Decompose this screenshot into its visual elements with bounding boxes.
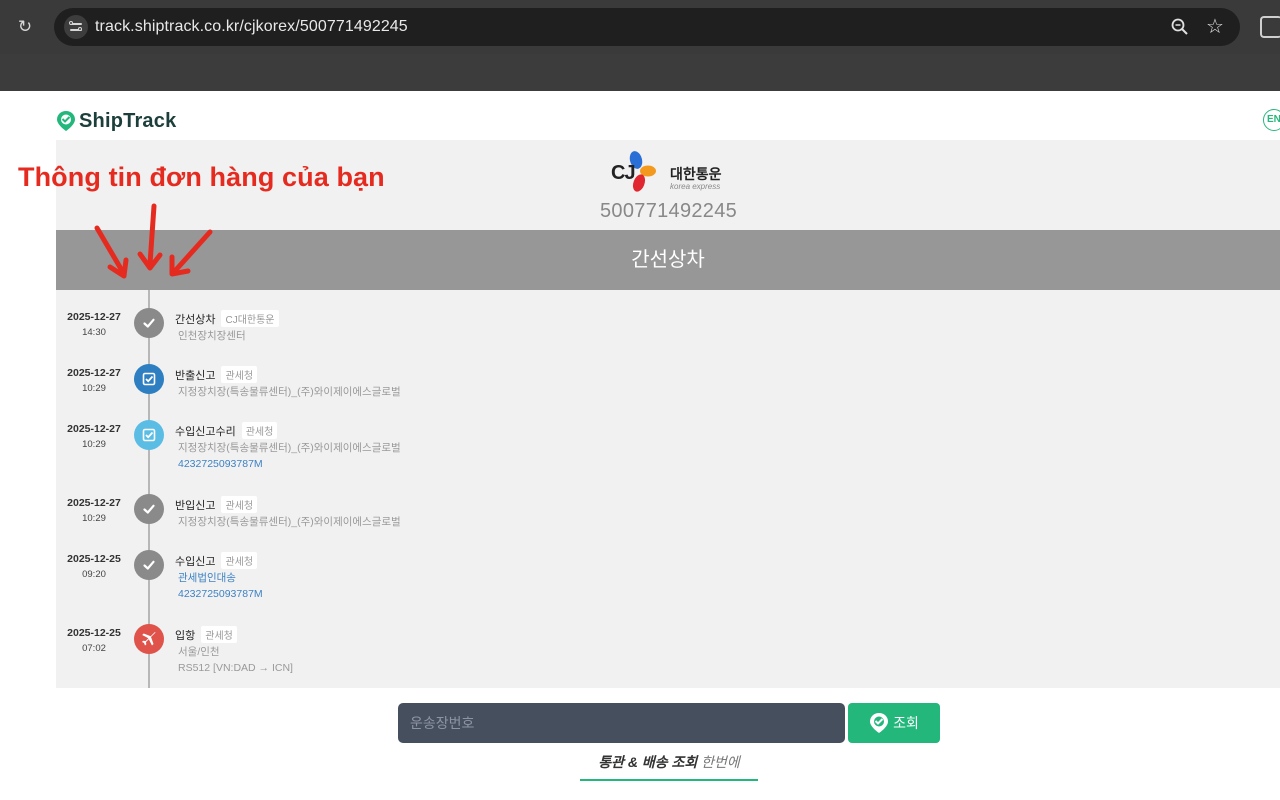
event-source-badge: 관세청 (221, 552, 258, 569)
carrier-mark: CJ (611, 162, 636, 184)
event-link[interactable]: 4232725093787M (178, 458, 263, 470)
carrier-name: 대한통운 (670, 166, 722, 182)
browser-chrome: ↻ track.shiptrack.co.kr/cjkorex/50077149… (0, 0, 1280, 91)
event-time: 10:29 (82, 513, 106, 524)
event-title-row: 수입신고 관세청 (175, 552, 258, 569)
site-info-icon[interactable] (64, 15, 88, 39)
address-bar[interactable]: track.shiptrack.co.kr/cjkorex/5007714922… (54, 8, 1240, 46)
event-status-dot (134, 420, 164, 450)
language-toggle-button[interactable]: EN (1263, 109, 1280, 131)
event-date: 2025-12-27 (67, 367, 121, 379)
event-link[interactable]: 4232725093787M (178, 588, 263, 600)
event-source-badge: CJ대한통운 (221, 310, 279, 327)
address-url[interactable]: track.shiptrack.co.kr/cjkorex/5007714922… (95, 18, 408, 36)
tracking-number-input[interactable] (398, 703, 845, 743)
event-source-badge: 관세청 (221, 366, 258, 383)
event-time: 10:29 (82, 383, 106, 394)
event-status-dot (134, 624, 164, 654)
tagline: 통관 & 배송 조회 한번에 (580, 752, 758, 772)
event-detail: 인천장치장센터 (178, 330, 246, 342)
event-time: 14:30 (82, 327, 106, 338)
tagline-light: 한번에 (701, 754, 740, 770)
search-button[interactable]: 조회 (848, 703, 940, 743)
event-title-row: 간선상차 CJ대한통운 (175, 310, 279, 327)
event-time: 09:20 (82, 569, 106, 580)
annotation-arrows-icon (94, 203, 213, 279)
tagline-strong: 통관 & 배송 조회 (598, 754, 698, 770)
event-title-row: 반입신고 관세청 (175, 496, 258, 513)
event-title: 입항 (175, 630, 196, 642)
tracking-number: 500771492245 (600, 200, 738, 222)
event-detail: RS512 [VN:DAD → ICN] (178, 662, 293, 674)
event-title: 간선상차 (175, 314, 216, 326)
event-title: 반입신고 (175, 500, 216, 512)
event-date: 2025-12-25 (67, 627, 121, 639)
extensions-icon[interactable] (1260, 16, 1280, 38)
checkbox-icon (142, 428, 156, 442)
checkbox-icon (142, 372, 156, 386)
zoom-icon[interactable] (1170, 17, 1190, 37)
event-title: 수입신고 (175, 556, 216, 568)
event-status-dot (134, 494, 164, 524)
event-title: 반출신고 (175, 370, 216, 382)
event-status-dot (134, 364, 164, 394)
event-status-dot (134, 308, 164, 338)
event-time: 10:29 (82, 439, 106, 450)
event-link[interactable]: 관세법인대송 (178, 570, 236, 585)
event-title: 수입신고수리 (175, 426, 236, 438)
check-icon (142, 502, 156, 516)
check-icon (142, 316, 156, 330)
event-title-row: 반출신고 관세청 (175, 366, 258, 383)
event-source-badge: 관세청 (241, 422, 278, 439)
carrier-subtitle: korea express (670, 182, 721, 191)
shiptrack-logo[interactable]: ShipTrack (56, 108, 176, 134)
event-date: 2025-12-27 (67, 311, 121, 323)
event-detail: 지정장치장(특송물류센터)_(주)와이제이에스글로벌 (178, 442, 401, 454)
logo-text: ShipTrack (79, 109, 177, 132)
event-detail: 지정장치장(특송물류센터)_(주)와이제이에스글로벌 (178, 516, 401, 528)
event-title-row: 입항 관세청 (175, 626, 237, 643)
current-status-bar: 간선상차 (56, 230, 1280, 290)
event-title-row: 수입신고수리 관세청 (175, 422, 278, 439)
annotation-text: Thông tin đơn hàng của bạn (18, 162, 385, 192)
location-pin-icon (870, 713, 889, 733)
location-pin-icon (57, 111, 75, 131)
event-time: 07:02 (82, 643, 106, 654)
check-icon (142, 558, 156, 572)
event-detail: 지정장치장(특송물류센터)_(주)와이제이에스글로벌 (178, 386, 401, 398)
tagline-underline (580, 779, 758, 781)
plane-icon (141, 631, 157, 647)
event-date: 2025-12-27 (67, 497, 121, 509)
event-source-badge: 관세청 (201, 626, 237, 643)
event-source-badge: 관세청 (221, 496, 258, 513)
event-status-dot (134, 550, 164, 580)
event-detail: 서울/인천 (178, 646, 220, 658)
search-button-label: 조회 (893, 715, 919, 731)
event-date: 2025-12-27 (67, 423, 121, 435)
reload-icon[interactable]: ↻ (14, 16, 36, 38)
event-date: 2025-12-25 (67, 553, 121, 565)
bookmark-star-icon[interactable]: ☆ (1204, 14, 1226, 38)
tracking-panel: CJ 대한통운 korea express 500771492245 간선상차 … (56, 140, 1280, 688)
